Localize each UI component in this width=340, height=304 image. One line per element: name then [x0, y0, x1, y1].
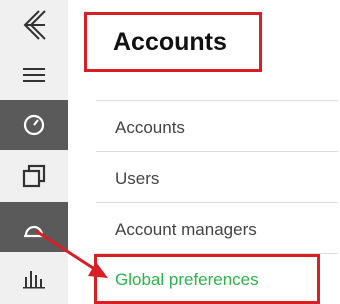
accounts-search-icon[interactable]	[0, 202, 68, 252]
divider	[96, 151, 338, 152]
divider	[96, 202, 338, 203]
menu-item-accounts[interactable]: Accounts	[115, 117, 185, 139]
divider	[96, 100, 338, 101]
bar-chart-icon[interactable]	[0, 252, 68, 304]
hamburger-menu-icon[interactable]	[0, 50, 68, 100]
copy-windows-icon[interactable]	[0, 150, 68, 202]
menu-item-users[interactable]: Users	[115, 168, 159, 190]
page-title: Accounts	[113, 28, 227, 56]
selection-highlight-box	[94, 254, 320, 304]
dashboard-gauge-icon[interactable]	[0, 100, 68, 150]
menu-item-account-managers[interactable]: Account managers	[115, 219, 257, 241]
sidebar-rail	[0, 0, 68, 304]
logo-icon[interactable]	[0, 0, 68, 50]
